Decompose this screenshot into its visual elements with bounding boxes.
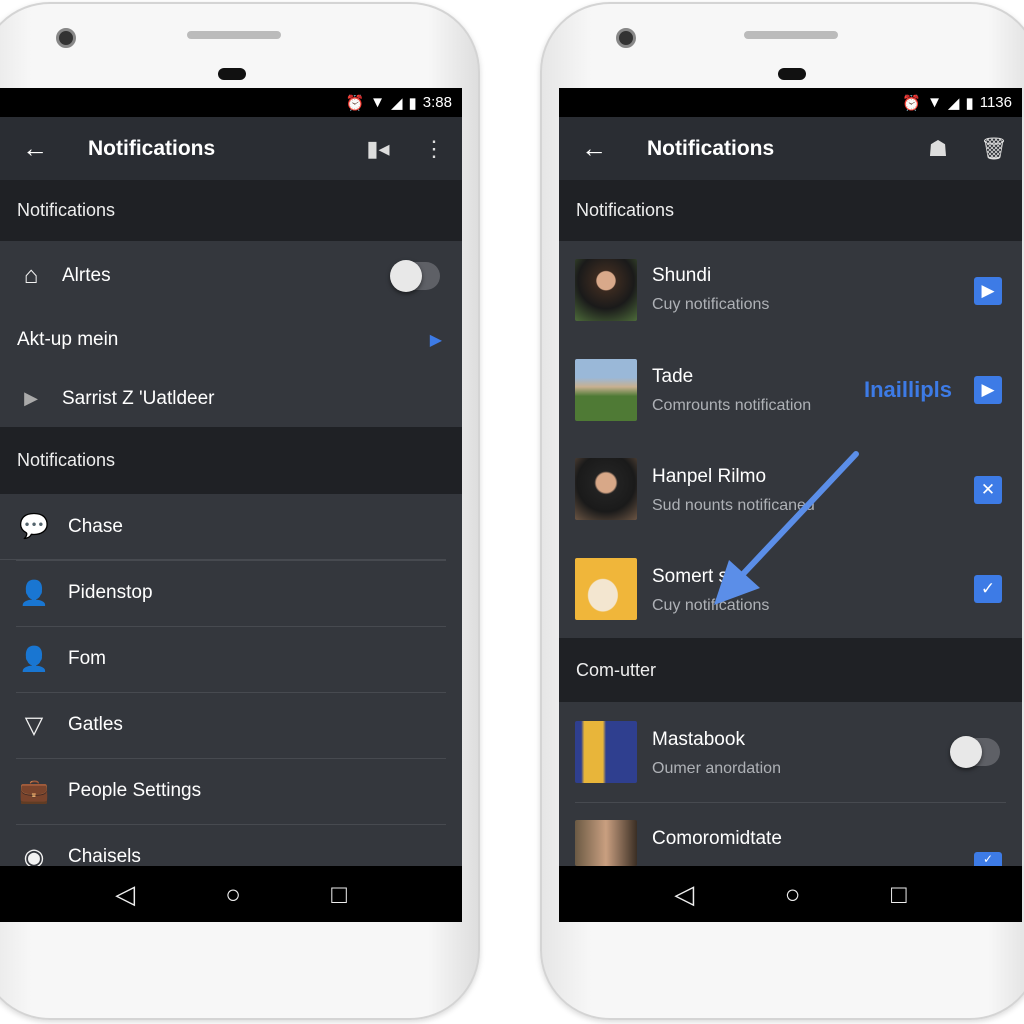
setting-alerts[interactable]: ⌂ Alrtes [0,241,462,310]
notification-item-comoromidtate[interactable]: Comoromidtate ✓ [559,802,1022,866]
section-header: Notifications [0,180,462,241]
setting-label: Akt-up mein [17,329,119,350]
left-screen: ⏰ ▼ ◢ ▮ 3:88 ← Notifications ▮◂ ⋮ Notifi… [0,88,462,922]
setting-label: Alrtes [62,264,111,286]
section-header: Notifications [0,427,462,494]
wifi-icon: ▼ [370,94,385,111]
setting-label: Sarrist Z 'Uatldeer [62,387,215,409]
page-title: Notifications [88,136,216,160]
briefcase-icon: 💼 [19,777,49,805]
item-label: Fom [68,648,106,669]
item-label: People Settings [68,780,202,801]
home-icon: ⌂ [23,261,39,289]
sensor [218,68,246,80]
recents-nav-icon[interactable]: □ [331,879,347,910]
setting-sarrist[interactable]: ▶ Sarrist Z 'Uatldeer [0,370,462,427]
recents-nav-icon[interactable]: □ [891,879,907,910]
item-subtitle: Oumer anordation [652,760,781,777]
video-icon[interactable]: ▮◂ [350,136,406,162]
setting-akt-up[interactable]: Akt-up mein ▶ [0,310,462,370]
right-screen: ⏰ ▼ ◢ ▮ 1136 ← Notifications ☗ 🗑 Notific… [559,88,1022,922]
item-name: Comoromidtate [652,828,782,849]
speaker [187,31,281,39]
alerts-toggle[interactable] [390,259,442,292]
battery-icon: ▮ [408,94,417,112]
speaker [744,31,838,39]
person-icon: 👤 [19,579,49,607]
mastabook-toggle[interactable] [950,736,1002,768]
nav-bar: ◁ ○ □ [559,866,1022,922]
signal-icon: ◢ [390,94,403,112]
home-nav-icon[interactable]: ○ [225,879,241,910]
nav-bar: ◁ ○ □ [0,866,462,922]
chat-icon: 💬 [19,513,49,540]
section-header: Com-utter [559,638,1022,702]
back-nav-icon[interactable]: ◁ [115,879,135,910]
list-item-gatles[interactable]: ▽ Gatles [0,692,462,758]
alarm-icon: ⏰ [345,94,365,112]
list-item-people-settings[interactable]: 💼 People Settings [0,758,462,824]
more-icon[interactable]: ⋮ [406,136,462,162]
chevron-right-icon: ▶ [429,332,442,349]
notification-item-mastabook[interactable]: Mastabook Oumer anordation [559,702,1022,802]
list-item-chase[interactable]: 💬 Chase [0,494,446,560]
item-label: Chase [68,515,123,537]
item-label: Chaisels [68,846,141,867]
list-item-fom[interactable]: 👤 Fom [0,626,462,692]
person-icon: 👤 [19,645,49,673]
camera [616,28,636,48]
camera [56,28,76,48]
clock: 3:88 [422,94,452,111]
home-nav-icon[interactable]: ○ [785,879,801,910]
item-label: Gatles [68,714,123,735]
triangle-icon: ▽ [24,711,44,739]
app-bar: ← Notifications ▮◂ ⋮ [0,117,462,180]
play-icon: ▶ [24,388,38,408]
item-name: Mastabook [652,729,745,750]
avatar [575,820,637,866]
back-arrow-icon[interactable]: ← [0,133,70,164]
sensor [778,68,806,80]
status-bar: ⏰ ▼ ◢ ▮ 3:88 [0,88,462,117]
item-label: Pidenstop [68,582,153,603]
back-nav-icon[interactable]: ◁ [674,879,694,910]
avatar [575,721,637,783]
check-icon[interactable]: ✓ [974,852,1002,866]
list-item-pidenstop[interactable]: 👤 Pidenstop [0,560,462,626]
